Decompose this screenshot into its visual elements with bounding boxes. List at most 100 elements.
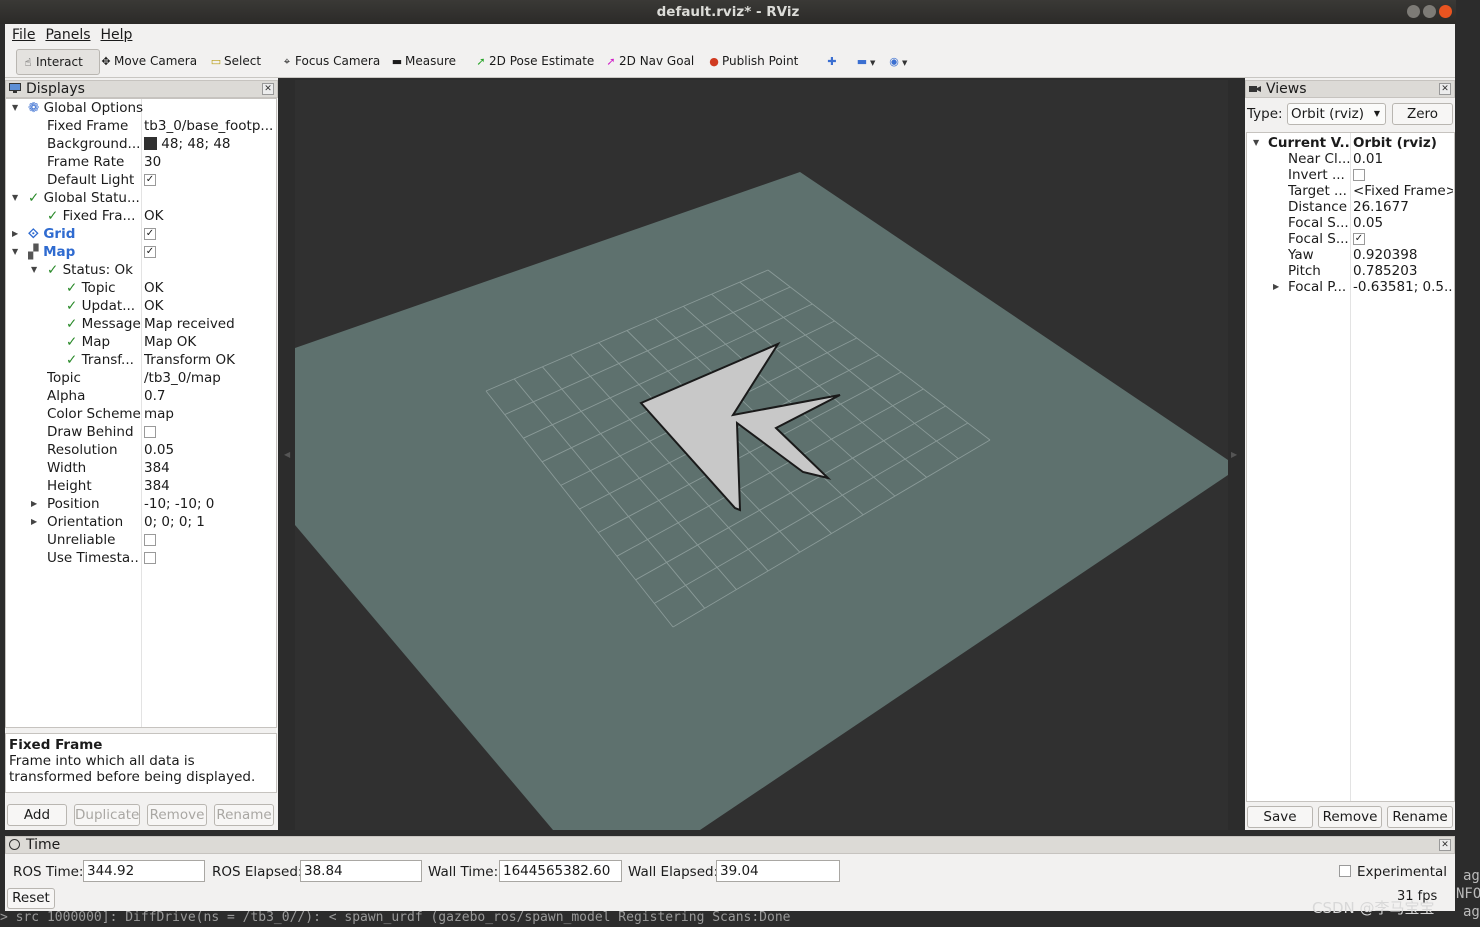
tree-row-grid[interactable]: ▶ ⟐ Grid ✓ (6, 225, 276, 243)
maximize-icon[interactable] (1423, 5, 1436, 18)
row-value: 384 (144, 478, 170, 494)
tree-row-status-topic[interactable]: ✓ Topic OK (6, 279, 276, 297)
default-light-checkbox[interactable]: ✓ (144, 174, 156, 186)
collapse-arrow-icon[interactable]: ▶ (31, 513, 37, 531)
duplicate-display-button[interactable]: Duplicate (74, 804, 140, 826)
row-value[interactable]: /tb3_0/map (144, 369, 276, 387)
tree-row-status-message[interactable]: ✓ Message Map received (6, 315, 276, 333)
move-camera-tool-button[interactable]: ✥ Move Camera (97, 49, 197, 75)
use-timestamp-checkbox[interactable] (144, 552, 156, 564)
menu-panels[interactable]: Panels (45, 27, 90, 43)
tree-row-frame-rate[interactable]: Frame Rate 30 (6, 153, 276, 171)
panel-close-icon[interactable]: ✕ (262, 83, 274, 95)
select-tool-button[interactable]: ▭ Select (207, 49, 261, 75)
tree-row-resolution[interactable]: Resolution 0.05 (6, 441, 276, 459)
tree-row-use-timestamp[interactable]: Use Timesta... (6, 549, 276, 567)
tree-row-color-scheme[interactable]: Color Scheme map (6, 405, 276, 423)
expand-arrow-icon[interactable]: ▼ (12, 243, 18, 261)
row-value[interactable]: 48; 48; 48 (144, 135, 276, 153)
check-icon: ✓ (66, 352, 78, 368)
render-3d-view[interactable] (295, 80, 1228, 830)
tree-row-fixed-frame-status[interactable]: ✓ Fixed Fra... OK (6, 207, 276, 225)
row-value[interactable]: 0.7 (144, 387, 276, 405)
unreliable-checkbox[interactable] (144, 534, 156, 546)
select-label: Select (224, 54, 262, 68)
views-tree[interactable]: ▼ Current V... Orbit (rviz) Near Cl... 0.01… (1246, 132, 1455, 802)
view-row-focal-point[interactable]: ▶ Focal P... -0.63581; 0.5... (1247, 278, 1454, 296)
tree-row-status-transform[interactable]: ✓ Transf... Transform OK (6, 351, 276, 369)
collapse-arrow-icon[interactable]: ▶ (31, 495, 37, 513)
row-value[interactable]: -0.63581; 0.5... (1353, 278, 1453, 296)
menu-help[interactable]: Help (101, 27, 133, 43)
wall-elapsed-field[interactable]: 39.04 (716, 860, 840, 882)
row-value[interactable]: tb3_0/base_footp... (144, 117, 276, 135)
tree-row-global-options[interactable]: ▼ ❁ Global Options (6, 99, 276, 117)
interact-tool-button[interactable]: ☝ Interact (16, 49, 100, 75)
tree-row-draw-behind[interactable]: Draw Behind (6, 423, 276, 441)
close-icon[interactable] (1439, 5, 1452, 18)
remove-tool-button[interactable]: ▬ ▼ (853, 49, 876, 75)
invert-z-checkbox[interactable] (1353, 169, 1365, 181)
row-key: Transf... (81, 352, 134, 368)
rename-view-button[interactable]: Rename (1387, 806, 1453, 828)
tree-row-global-status[interactable]: ▼ ✓ Global Statu... (6, 189, 276, 207)
collapse-right-icon[interactable]: ▶ (1231, 450, 1237, 459)
dropdown-icon: ▼ (870, 59, 876, 67)
expand-arrow-icon[interactable]: ▼ (12, 189, 18, 207)
tree-row-status-map[interactable]: ✓ Map Map OK (6, 333, 276, 351)
pose-estimate-tool-button[interactable]: ➚ 2D Pose Estimate (472, 49, 594, 75)
add-tool-button[interactable]: ✚ (823, 49, 840, 75)
render-canvas[interactable] (295, 80, 1228, 830)
nav-goal-tool-button[interactable]: ➚ 2D Nav Goal (602, 49, 694, 75)
collapse-left-icon[interactable]: ◀ (284, 450, 290, 459)
tree-row-alpha[interactable]: Alpha 0.7 (6, 387, 276, 405)
tree-row-unreliable[interactable]: Unreliable (6, 531, 276, 549)
expand-arrow-icon[interactable]: ▼ (31, 261, 37, 279)
tree-row-height[interactable]: Height 384 (6, 477, 276, 495)
row-value[interactable]: 30 (144, 153, 276, 171)
row-key: Status: Ok (62, 262, 133, 278)
tree-row-fixed-frame[interactable]: Fixed Frame tb3_0/base_footp... (6, 117, 276, 135)
publish-point-tool-button[interactable]: ● Publish Point (705, 49, 798, 75)
view-type-select[interactable]: Orbit (rviz) ▼ (1287, 103, 1386, 125)
measure-tool-button[interactable]: ▬ Measure (388, 49, 456, 75)
displays-panel-title: Displays ✕ (5, 80, 278, 98)
remove-display-button[interactable]: Remove (147, 804, 207, 826)
focus-camera-tool-button[interactable]: ⌖ Focus Camera (278, 49, 380, 75)
panel-close-icon[interactable]: ✕ (1439, 839, 1451, 851)
green-arrow-icon: ➚ (476, 55, 486, 68)
tree-row-position[interactable]: ▶ Position -10; -10; 0 (6, 495, 276, 513)
ros-time-field[interactable]: 344.92 (83, 860, 205, 882)
zero-button[interactable]: Zero (1392, 103, 1453, 125)
experimental-checkbox[interactable] (1339, 865, 1351, 877)
tree-row-status-update[interactable]: ✓ Updat... OK (6, 297, 276, 315)
menu-file[interactable]: File (12, 27, 35, 43)
collapse-arrow-icon[interactable]: ▶ (12, 225, 18, 243)
displays-tree[interactable]: ▼ ❁ Global Options Fixed Frame tb3_0/base_… (5, 98, 277, 728)
move-camera-label: Move Camera (114, 54, 198, 68)
tree-row-map[interactable]: ▼ ▞ Map ✓ (6, 243, 276, 261)
tree-row-width[interactable]: Width 384 (6, 459, 276, 477)
map-checkbox[interactable]: ✓ (144, 246, 156, 258)
focal-shape-checkbox[interactable]: ✓ (1353, 233, 1365, 245)
rename-display-button[interactable]: Rename (214, 804, 274, 826)
camera-type-button[interactable]: ◉ ▼ (885, 49, 907, 75)
tree-row-topic[interactable]: Topic/tb3_0/map (6, 369, 276, 387)
tree-row-background[interactable]: Background... 48; 48; 48 (6, 135, 276, 153)
collapse-arrow-icon[interactable]: ▶ (1273, 278, 1279, 296)
add-display-button[interactable]: Add (7, 804, 67, 826)
ros-elapsed-field[interactable]: 38.84 (300, 860, 422, 882)
tree-row-map-status[interactable]: ▼ ✓ Status: Ok (6, 261, 276, 279)
tree-row-default-light[interactable]: Default Light ✓ (6, 171, 276, 189)
wall-time-field[interactable]: 1644565382.60 (499, 860, 622, 882)
save-view-button[interactable]: Save (1247, 806, 1313, 828)
minimize-icon[interactable] (1407, 5, 1420, 18)
tree-row-orientation[interactable]: ▶ Orientation 0; 0; 0; 1 (6, 513, 276, 531)
expand-arrow-icon[interactable]: ▼ (12, 99, 18, 117)
grid-checkbox[interactable]: ✓ (144, 228, 156, 240)
row-value[interactable]: map (144, 405, 276, 423)
reset-button[interactable]: Reset (7, 888, 55, 909)
panel-close-icon[interactable]: ✕ (1439, 83, 1451, 95)
draw-behind-checkbox[interactable] (144, 426, 156, 438)
remove-view-button[interactable]: Remove (1318, 806, 1382, 828)
